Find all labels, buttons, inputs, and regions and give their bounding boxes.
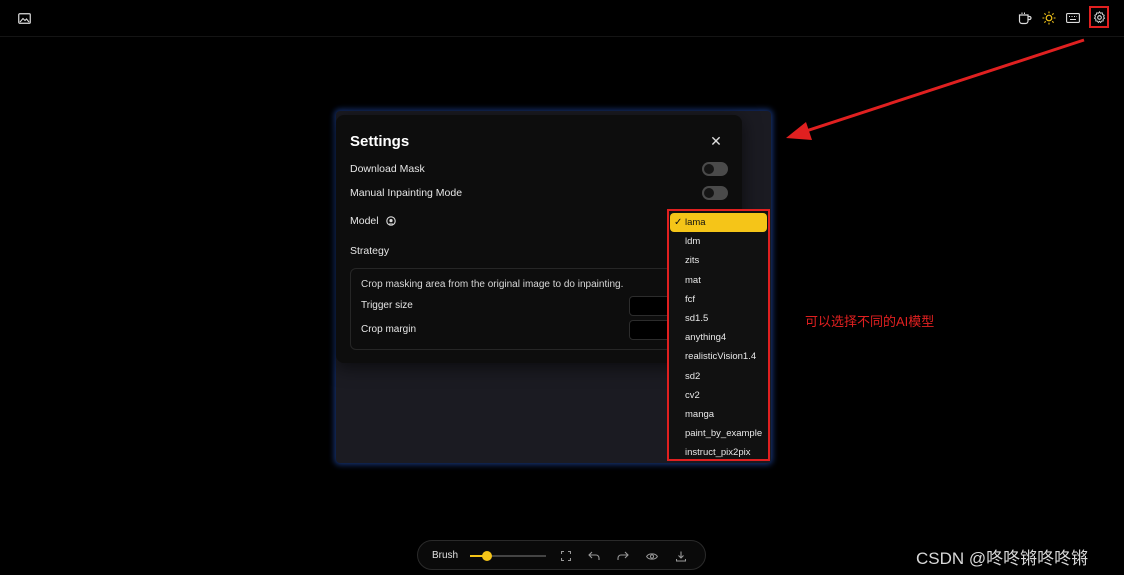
annotation-arrow — [786, 38, 1085, 140]
download-icon[interactable] — [674, 549, 688, 563]
brush-size-slider[interactable] — [470, 551, 546, 561]
fullscreen-icon[interactable] — [559, 549, 573, 563]
undo-icon[interactable] — [587, 549, 601, 563]
redo-icon[interactable] — [616, 549, 630, 563]
annotation-text: 可以选择不同的AI模型 — [805, 314, 935, 329]
bottom-toolbar: Brush — [417, 540, 706, 570]
watermark: CSDN @咚咚锵咚咚锵 — [916, 549, 1089, 568]
eye-icon[interactable] — [645, 549, 659, 563]
brush-label: Brush — [432, 550, 459, 561]
slider-handle[interactable] — [481, 551, 492, 561]
